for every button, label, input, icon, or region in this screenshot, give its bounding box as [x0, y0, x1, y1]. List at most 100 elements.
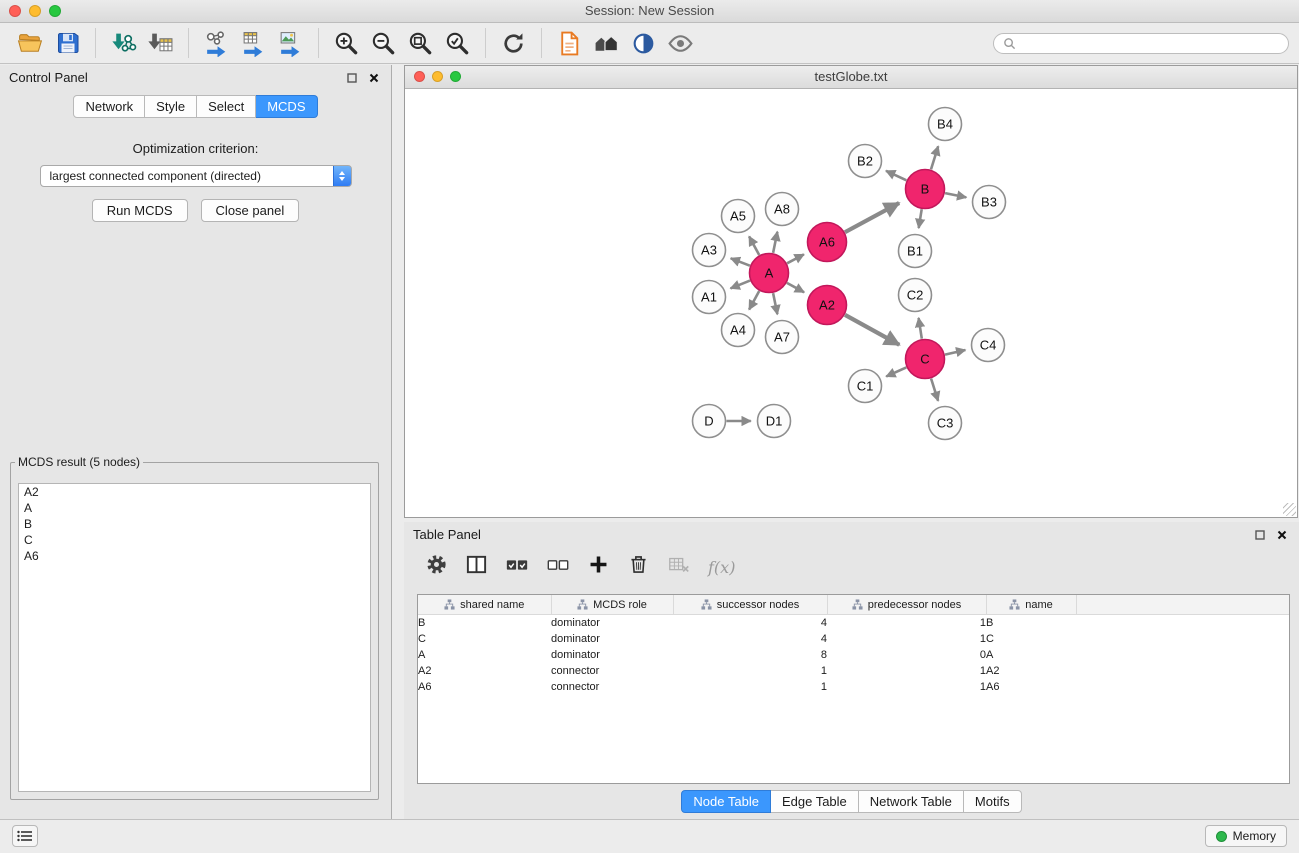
- table-cell[interactable]: C: [418, 631, 551, 647]
- node-B3[interactable]: B3: [973, 186, 1006, 219]
- close-table-panel-button[interactable]: [1274, 527, 1290, 543]
- edge-A-A6[interactable]: [787, 254, 804, 263]
- node-A3[interactable]: A3: [693, 234, 726, 267]
- network-document-button[interactable]: [551, 26, 588, 60]
- table-cell[interactable]: 1: [827, 631, 986, 647]
- table-cell[interactable]: 1: [827, 615, 986, 632]
- network-canvas[interactable]: B4B2BB3A8A5A6A3B1AC2A1A2A4A7C4CC1DD1C3: [405, 89, 1297, 517]
- node-A2[interactable]: A2: [808, 286, 847, 325]
- mcds-result-item[interactable]: C: [19, 532, 370, 548]
- table-row[interactable]: A6connector11A6: [418, 679, 1289, 695]
- tab-network-table[interactable]: Network Table: [859, 790, 964, 813]
- column-header-predecessor-nodes[interactable]: predecessor nodes: [827, 595, 986, 615]
- table-cell[interactable]: A: [986, 647, 1076, 663]
- node-D[interactable]: D: [693, 405, 726, 438]
- float-panel-button[interactable]: [344, 70, 360, 86]
- table-cell[interactable]: C: [986, 631, 1076, 647]
- table-cell[interactable]: 4: [673, 615, 827, 632]
- add-column-button[interactable]: [587, 553, 610, 581]
- edge-A-A5[interactable]: [749, 236, 759, 255]
- task-history-button[interactable]: [12, 825, 38, 847]
- tab-mcds[interactable]: MCDS: [256, 95, 317, 118]
- show-columns-button[interactable]: [465, 553, 488, 581]
- toolbar-search[interactable]: [993, 33, 1289, 54]
- edge-A2-C[interactable]: [845, 315, 899, 345]
- table-cell[interactable]: 4: [673, 631, 827, 647]
- export-image-button[interactable]: [272, 26, 309, 60]
- table-cell[interactable]: connector: [551, 663, 673, 679]
- node-A6[interactable]: A6: [808, 223, 847, 262]
- column-header-shared-name[interactable]: shared name: [418, 595, 551, 615]
- node-A[interactable]: A: [750, 254, 789, 293]
- table-row[interactable]: Bdominator41B: [418, 615, 1289, 632]
- mcds-result-item[interactable]: A2: [19, 484, 370, 500]
- table-cell[interactable]: A2: [986, 663, 1076, 679]
- node-C3[interactable]: C3: [929, 407, 962, 440]
- node-A4[interactable]: A4: [722, 314, 755, 347]
- edge-C-C2[interactable]: [919, 318, 922, 339]
- mcds-result-list[interactable]: A2ABCA6: [18, 483, 371, 792]
- column-header-successor-nodes[interactable]: successor nodes: [673, 595, 827, 615]
- criterion-dropdown[interactable]: largest connected component (directed): [40, 165, 352, 187]
- table-row[interactable]: A2connector11A2: [418, 663, 1289, 679]
- table-cell[interactable]: dominator: [551, 647, 673, 663]
- table-settings-button[interactable]: [425, 553, 448, 581]
- table-cell[interactable]: B: [986, 615, 1076, 632]
- edge-A-A3[interactable]: [731, 258, 750, 265]
- zoom-out-button[interactable]: [365, 26, 402, 60]
- export-table-button[interactable]: [235, 26, 272, 60]
- close-panel-button[interactable]: [366, 70, 382, 86]
- import-table-button[interactable]: [142, 26, 179, 60]
- table-cell[interactable]: B: [418, 615, 551, 632]
- select-all-rows-button[interactable]: [505, 553, 529, 582]
- style-contrast-button[interactable]: [625, 26, 662, 60]
- node-C2[interactable]: C2: [899, 279, 932, 312]
- edge-A6-B[interactable]: [845, 203, 899, 232]
- table-row[interactable]: Cdominator41C: [418, 631, 1289, 647]
- resize-grip[interactable]: [1283, 503, 1296, 516]
- save-session-button[interactable]: [49, 26, 86, 60]
- zoom-fit-button[interactable]: [402, 26, 439, 60]
- table-cell[interactable]: 8: [673, 647, 827, 663]
- table-cell[interactable]: A6: [418, 679, 551, 695]
- tab-select[interactable]: Select: [197, 95, 256, 118]
- home-view-button[interactable]: [588, 26, 625, 60]
- float-table-panel-button[interactable]: [1252, 527, 1268, 543]
- close-panel-action-button[interactable]: Close panel: [201, 199, 300, 222]
- edge-B-B1[interactable]: [919, 209, 922, 228]
- table-cell[interactable]: 1: [673, 679, 827, 695]
- search-input[interactable]: [1021, 35, 1279, 51]
- table-cell[interactable]: A: [418, 647, 551, 663]
- node-D1[interactable]: D1: [758, 405, 791, 438]
- zoom-in-button[interactable]: [328, 26, 365, 60]
- import-network-button[interactable]: [105, 26, 142, 60]
- tab-node-table[interactable]: Node Table: [681, 790, 771, 813]
- table-cell[interactable]: 1: [827, 679, 986, 695]
- function-builder-button[interactable]: f(x): [708, 558, 735, 577]
- deselect-all-rows-button[interactable]: [546, 553, 570, 582]
- node-table-container[interactable]: shared nameMCDS rolesuccessor nodesprede…: [417, 594, 1290, 784]
- zoom-selected-button[interactable]: [439, 26, 476, 60]
- column-header-mcds-role[interactable]: MCDS role: [551, 595, 673, 615]
- edge-B-B3[interactable]: [945, 193, 966, 197]
- table-cell[interactable]: connector: [551, 679, 673, 695]
- tab-edge-table[interactable]: Edge Table: [771, 790, 859, 813]
- table-cell[interactable]: 0: [827, 647, 986, 663]
- node-C[interactable]: C: [906, 340, 945, 379]
- edge-A-A8[interactable]: [773, 232, 777, 253]
- run-mcds-button[interactable]: Run MCDS: [92, 199, 188, 222]
- delete-table-button[interactable]: [667, 553, 691, 582]
- edge-A-A7[interactable]: [773, 293, 777, 314]
- node-B[interactable]: B: [906, 170, 945, 209]
- table-row[interactable]: Adominator80A: [418, 647, 1289, 663]
- edge-C-C4[interactable]: [945, 350, 965, 355]
- refresh-button[interactable]: [495, 26, 532, 60]
- edge-A-A4[interactable]: [749, 291, 759, 310]
- edge-A-A1[interactable]: [731, 281, 751, 289]
- mcds-result-item[interactable]: B: [19, 516, 370, 532]
- node-C1[interactable]: C1: [849, 370, 882, 403]
- tab-style[interactable]: Style: [145, 95, 197, 118]
- node-B4[interactable]: B4: [929, 108, 962, 141]
- export-network-button[interactable]: [198, 26, 235, 60]
- edge-C-C1[interactable]: [886, 367, 906, 376]
